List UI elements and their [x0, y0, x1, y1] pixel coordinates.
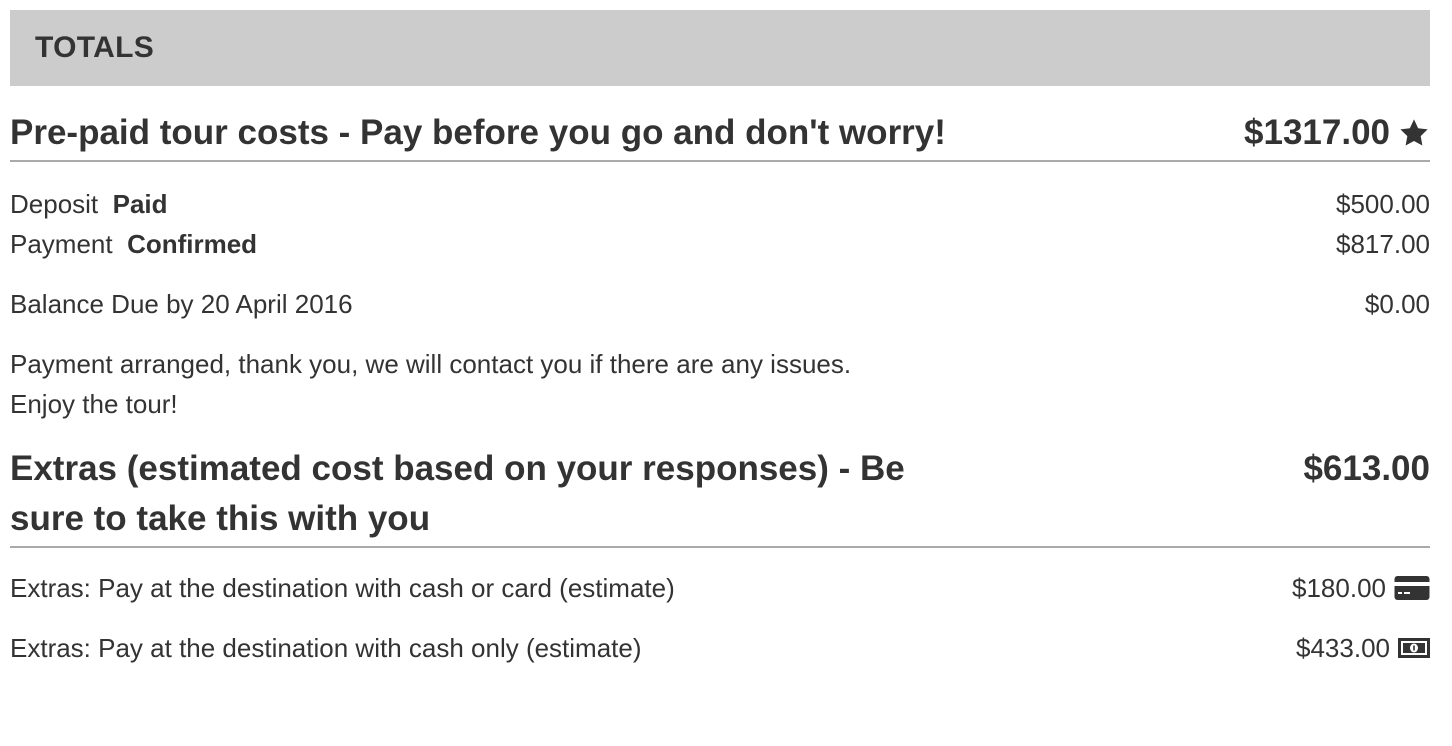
totals-title: TOTALS — [35, 31, 155, 64]
star-icon — [1398, 117, 1430, 149]
balance-amount: $0.00 — [1364, 289, 1430, 319]
credit-card-icon — [1394, 575, 1430, 601]
deposit-label: Deposit — [10, 189, 99, 219]
extras-card-label: Extras: Pay at the destination with cash… — [10, 573, 675, 603]
totals-panel: TOTALS Pre-paid tour costs - Pay before … — [10, 10, 1430, 668]
deposit-status: Paid — [112, 189, 168, 219]
extras-card-amount: $180.00 — [1292, 573, 1386, 603]
extras-cash-amount: $433.00 — [1296, 633, 1390, 663]
extras-row-cash: Extras: Pay at the destination with cash… — [10, 628, 1430, 668]
prepaid-total-amount: $1317.00 — [1244, 113, 1390, 152]
extras-total: $613.00 — [1303, 444, 1430, 494]
prepaid-section-header: Pre-paid tour costs - Pay before you go … — [10, 108, 1430, 162]
payment-message-line1: Payment arranged, thank you, we will con… — [10, 349, 852, 379]
payment-label: Payment — [10, 229, 113, 259]
deposit-amount: $500.00 — [1336, 189, 1430, 219]
deposit-row: Deposit Paid $500.00 — [10, 184, 1430, 224]
balance-label: Balance Due by 20 April 2016 — [10, 289, 353, 319]
payment-amount: $817.00 — [1336, 229, 1430, 259]
balance-row: Balance Due by 20 April 2016 $0.00 — [10, 284, 1430, 324]
prepaid-rows: Deposit Paid $500.00 Payment Confirmed $… — [10, 184, 1430, 264]
payment-message: Payment arranged, thank you, we will con… — [10, 344, 1430, 424]
extras-section-header: Extras (estimated cost based on your res… — [10, 444, 1430, 548]
extras-cash-label: Extras: Pay at the destination with cash… — [10, 633, 642, 663]
banknote-icon — [1398, 637, 1430, 659]
prepaid-section-title: Pre-paid tour costs - Pay before you go … — [10, 113, 946, 152]
extras-section-title: Extras (estimated cost based on your res… — [10, 449, 905, 538]
payment-status: Confirmed — [127, 229, 258, 259]
payment-row: Payment Confirmed $817.00 — [10, 224, 1430, 264]
extras-row-card: Extras: Pay at the destination with cash… — [10, 568, 1430, 608]
prepaid-total: $1317.00 — [1244, 108, 1430, 158]
extras-total-amount: $613.00 — [1303, 449, 1430, 488]
totals-header: TOTALS — [10, 10, 1430, 86]
payment-message-line2: Enjoy the tour! — [10, 389, 178, 419]
